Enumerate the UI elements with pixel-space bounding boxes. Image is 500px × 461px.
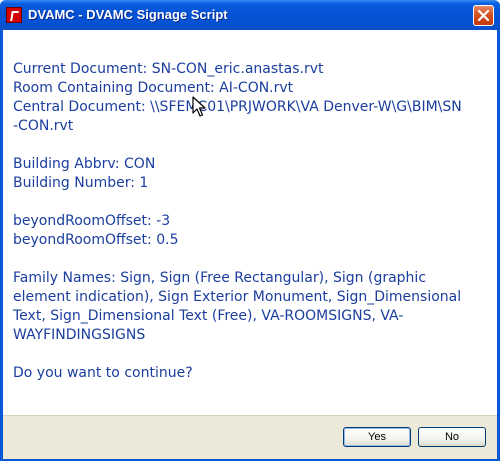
window-title: DVAMC - DVAMC Signage Script (28, 7, 228, 22)
room-document-line: Room Containing Document: AI-CON.rvt (13, 80, 294, 96)
offset-line-1: beyondRoomOffset: -3 (13, 213, 171, 229)
dialog-window: DVAMC - DVAMC Signage Script Current Doc… (0, 0, 500, 461)
current-document-line: Current Document: SN-CON_eric.anastas.rv… (13, 61, 324, 77)
button-bar: Yes No (3, 415, 497, 459)
building-abbrv-line: Building Abbrv: CON (13, 156, 156, 172)
offset-line-2: beyondRoomOffset: 0.5 (13, 232, 179, 248)
yes-button[interactable]: Yes (343, 427, 411, 447)
close-icon (478, 10, 489, 21)
continue-prompt: Do you want to continue? (13, 365, 193, 381)
close-button[interactable] (473, 5, 494, 26)
revit-app-icon[interactable] (6, 7, 22, 23)
title-bar[interactable]: DVAMC - DVAMC Signage Script (0, 0, 500, 30)
family-names-line: Family Names: Sign, Sign (Free Rectangul… (13, 270, 462, 343)
building-number-line: Building Number: 1 (13, 175, 149, 191)
message-text: Current Document: SN-CON_eric.anastas.rv… (13, 60, 473, 383)
central-document-line: Central Document: \\SFEMC01\PRJWORK\VA D… (13, 99, 462, 134)
no-button[interactable]: No (418, 427, 486, 447)
dialog-content: Current Document: SN-CON_eric.anastas.rv… (3, 30, 497, 459)
mouse-cursor-icon (192, 96, 206, 117)
